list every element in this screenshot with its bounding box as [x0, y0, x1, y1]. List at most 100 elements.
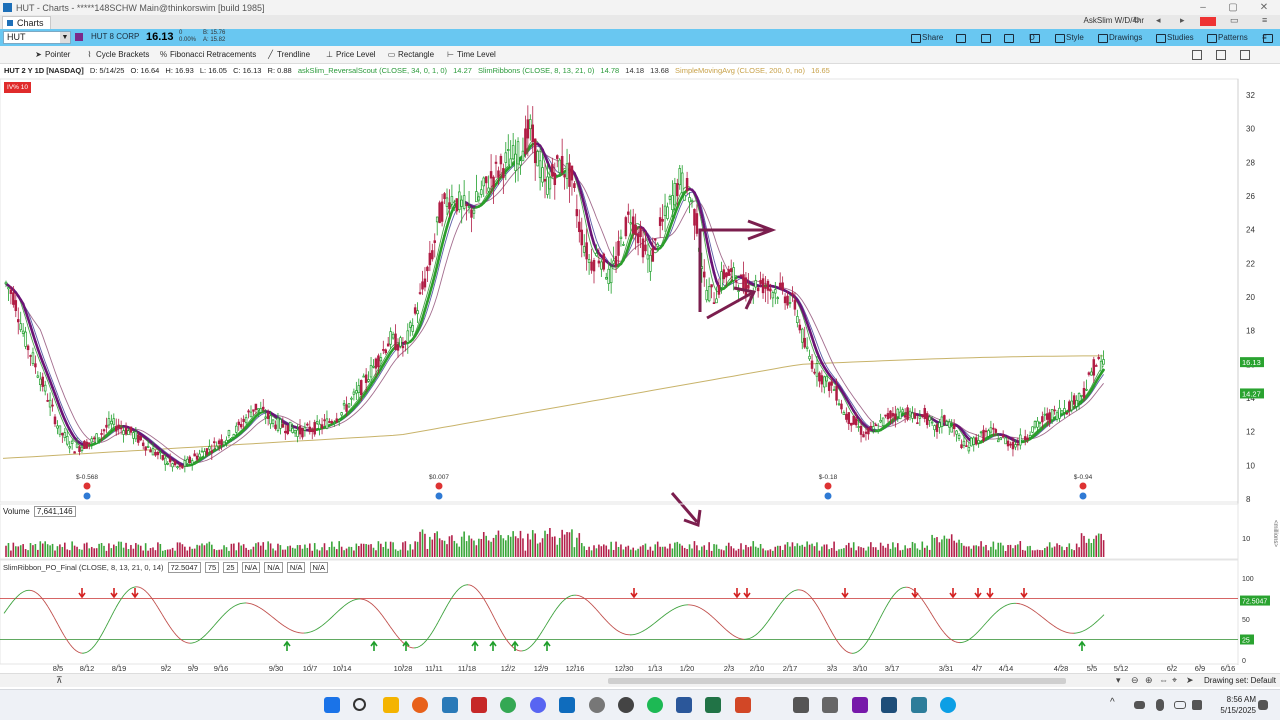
file-explorer-icon[interactable]: [383, 697, 399, 713]
pan-icon[interactable]: ⇔: [1159, 675, 1168, 685]
candle-body: [213, 441, 216, 444]
crosshair-icon[interactable]: ⌖: [1172, 675, 1177, 686]
layout-icon[interactable]: [1200, 17, 1216, 26]
osc-segment: [1027, 606, 1031, 609]
terminal-icon[interactable]: [881, 697, 897, 713]
volume-bar: [774, 546, 777, 557]
acrobat-icon[interactable]: [471, 697, 487, 713]
time-scrollbar[interactable]: [608, 678, 1066, 684]
volume-bar: [174, 550, 176, 557]
windows-start-icon[interactable]: [324, 697, 340, 713]
layout-grid-icon[interactable]: [1240, 50, 1250, 60]
excel-icon[interactable]: [705, 697, 721, 713]
discord-icon[interactable]: [530, 697, 546, 713]
oscillator-label[interactable]: SlimRibbon_PO_Final (CLOSE, 8, 13, 21, 0…: [3, 563, 164, 572]
drawing-set-label[interactable]: Drawing set: Default: [1204, 676, 1276, 685]
zoom-out-icon[interactable]: ⊖: [1131, 675, 1139, 686]
cursor-icon[interactable]: ➤: [1186, 675, 1194, 686]
tab-charts[interactable]: Charts: [2, 16, 51, 29]
period-button[interactable]: D: [1029, 31, 1040, 44]
osc-segment: [195, 640, 199, 643]
tool-price-level[interactable]: ⊥ Price Level: [324, 49, 376, 61]
chevron-down-icon[interactable]: ▼: [60, 32, 70, 43]
candle-body: [1011, 441, 1015, 450]
candle-body: [840, 403, 843, 410]
candle-body: [489, 171, 493, 179]
chart-area[interactable]: $-0.568 $0.007 $-0.18 $-0.94 32302826242220…: [0, 65, 1280, 673]
close-button[interactable]: ✕: [1248, 0, 1280, 15]
reversal-scout-segment: [707, 250, 713, 264]
osc-segment: [103, 626, 107, 631]
osc-segment: [997, 608, 1001, 612]
share-button[interactable]: Share: [910, 31, 943, 44]
volume-bar: [240, 545, 242, 557]
taskbar-clock[interactable]: 8:56 AM 5/15/2025: [1220, 694, 1256, 716]
volume-bar: [745, 544, 747, 557]
symbol-link-icon[interactable]: [75, 33, 83, 41]
tool-trendline[interactable]: ╱ Trendline: [265, 49, 310, 61]
grid-settings-button[interactable]: [955, 31, 967, 44]
collapse-icon[interactable]: ⊼: [56, 675, 63, 686]
chrome-icon[interactable]: [500, 697, 516, 713]
spotify-icon[interactable]: [647, 697, 663, 713]
volume-bar: [997, 542, 1000, 557]
forward-icon[interactable]: ▸: [1180, 15, 1185, 26]
osc-segment: [725, 629, 729, 632]
beaker-button[interactable]: [980, 31, 992, 44]
tool-fibonacci[interactable]: % Fibonacci Retracements: [158, 49, 256, 61]
gear-icon[interactable]: [1003, 31, 1015, 44]
volume-bar: [874, 547, 877, 557]
tool-rectangle[interactable]: ▭ Rectangle: [386, 49, 434, 61]
onenote-icon[interactable]: [852, 697, 868, 713]
volume-bar: [544, 530, 546, 557]
volume-bar: [120, 541, 122, 557]
back-icon[interactable]: ◂: [1156, 15, 1161, 26]
tool-pointer[interactable]: ➤ Pointer: [33, 49, 70, 61]
powerpoint-icon[interactable]: [735, 697, 751, 713]
maximize-button[interactable]: ▢: [1217, 0, 1249, 15]
minimize-button[interactable]: –: [1187, 0, 1219, 15]
drawings-button[interactable]: Drawings: [1097, 31, 1142, 44]
zoom-in-icon[interactable]: ⊕: [1145, 675, 1153, 686]
multi-grid-icon[interactable]: [1216, 50, 1226, 60]
menu-icon[interactable]: ≡: [1262, 15, 1267, 25]
thinkorswim-icon[interactable]: [442, 697, 458, 713]
candle-body: [455, 198, 459, 212]
microphone-icon[interactable]: [1156, 699, 1164, 711]
popout-icon[interactable]: ▭: [1230, 15, 1239, 26]
osc-segment: [559, 601, 563, 605]
word-icon[interactable]: [676, 697, 692, 713]
scroll-down-icon[interactable]: ▾: [1116, 675, 1121, 686]
time-tick-label: 5/5: [1087, 664, 1097, 673]
symbol-input[interactable]: HUT ▼: [3, 31, 71, 44]
single-grid-icon[interactable]: [1192, 50, 1202, 60]
refresh-icon[interactable]: ↻: [1133, 15, 1141, 26]
volume-bar: [803, 546, 806, 557]
firefox-icon[interactable]: [412, 697, 428, 713]
hamburger-icon[interactable]: ≡: [1262, 31, 1273, 44]
candle-body: [1004, 437, 1007, 445]
studies-button[interactable]: Studies: [1155, 31, 1194, 44]
volume-icon[interactable]: [1192, 700, 1202, 710]
candle-body: [465, 204, 468, 206]
network-icon[interactable]: [1174, 701, 1186, 709]
style-button[interactable]: Style: [1054, 31, 1084, 44]
calculator-icon[interactable]: [822, 697, 838, 713]
patterns-button[interactable]: Patterns: [1206, 31, 1248, 44]
candle-body: [257, 408, 260, 411]
notification-icon[interactable]: [1258, 700, 1268, 710]
edge-icon[interactable]: [940, 697, 956, 713]
settings-icon[interactable]: [589, 697, 605, 713]
search-icon[interactable]: [353, 698, 366, 711]
snipping-tool-icon[interactable]: [793, 697, 809, 713]
tray-chevron-icon[interactable]: ^: [1110, 697, 1120, 713]
osc-segment: [439, 614, 443, 619]
osc-segment: [283, 625, 287, 628]
app-icon[interactable]: [911, 697, 927, 713]
osc-segment: [829, 628, 833, 633]
outlook-icon[interactable]: [559, 697, 575, 713]
cloud-icon[interactable]: [1134, 701, 1145, 709]
maps-icon[interactable]: [618, 697, 634, 713]
tool-cycle-brackets[interactable]: ⌇ Cycle Brackets: [84, 49, 150, 61]
tool-time-level[interactable]: ⊢ Time Level: [445, 49, 496, 61]
